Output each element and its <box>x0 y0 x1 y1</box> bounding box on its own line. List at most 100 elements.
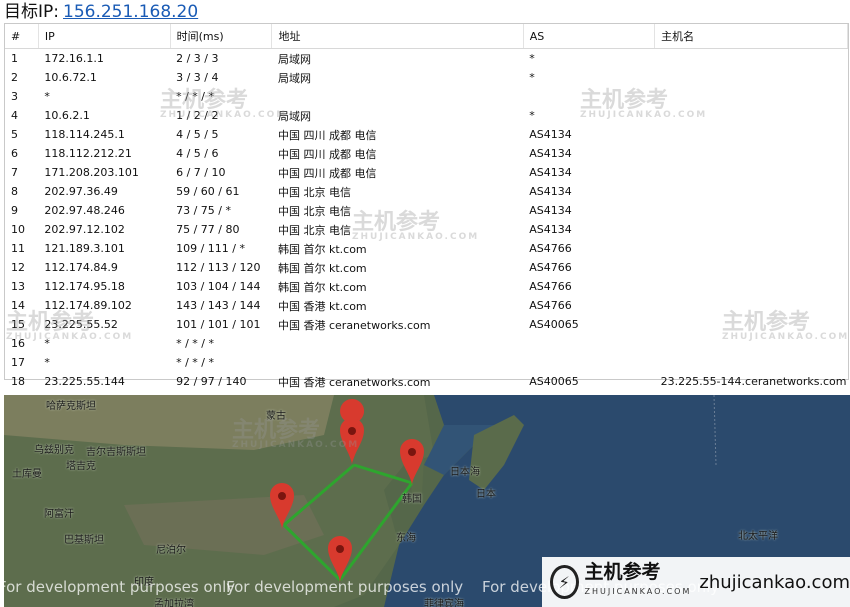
table-row[interactable]: 6 118.112.212.21 4 / 5 / 6 中国 四川 成都 电信 AS413… <box>5 144 848 163</box>
cell-location <box>272 87 523 106</box>
map-label-turkmenistan: 土库曼 <box>12 469 42 480</box>
watermark: 主机参考 ZHUJICANKAO.COM <box>6 304 133 342</box>
cell-location: 中国 四川 成都 电信 <box>277 147 377 161</box>
cell-hop: 5 <box>11 128 18 141</box>
cell-hop: 4 <box>11 109 18 122</box>
cell-as: AS4134 <box>529 147 572 160</box>
column-header-ip[interactable]: IP <box>38 24 171 49</box>
cell-hostname <box>655 144 848 163</box>
cell-as: AS40065 <box>529 318 579 331</box>
cell-ip: 171.208.203.101 <box>44 166 139 179</box>
cell-hostname <box>655 277 848 296</box>
table-row[interactable]: 2 10.6.72.1 3 / 3 / 4 局域网 * <box>5 68 848 87</box>
cell-location: 局域网 <box>277 52 311 66</box>
column-header-hostname[interactable]: 主机名 <box>654 24 848 49</box>
cell-ip: 10.6.2.1 <box>44 109 90 122</box>
table-row[interactable]: 4 10.6.2.1 1 / 2 / 2 局域网 * <box>5 106 848 125</box>
map-label-north-pacific: 北太平洋 <box>738 531 778 542</box>
map-label-japan: 日本 <box>476 489 496 500</box>
cell-time: 4 / 5 / 5 <box>176 128 219 141</box>
map-label-nepal: 尼泊尔 <box>156 545 186 556</box>
table-row[interactable]: 7 171.208.203.101 6 / 7 / 10 中国 四川 成都 电信 AS4… <box>5 163 848 182</box>
cell-hostname <box>655 258 848 277</box>
cell-location: 中国 香港 ceranetworks.com <box>277 318 431 332</box>
cell-ip: 202.97.36.49 <box>44 185 118 198</box>
cell-hop: 1 <box>11 52 18 65</box>
table-row[interactable]: 5 118.114.245.1 4 / 5 / 5 中国 四川 成都 电信 AS4134 <box>5 125 848 144</box>
cell-hostname <box>655 163 848 182</box>
cell-as: * <box>529 52 535 65</box>
cell-location: 中国 北京 电信 <box>277 185 351 199</box>
cell-location: 韩国 首尔 kt.com <box>277 280 367 294</box>
table-row[interactable]: 12 112.174.84.9 112 / 113 / 120 韩国 首尔 kt.co… <box>5 258 848 277</box>
target-ip-link[interactable]: 156.251.168.20 <box>63 2 198 22</box>
cell-hostname <box>655 220 848 239</box>
cell-time: 101 / 101 / 101 <box>176 318 261 331</box>
column-header-location[interactable]: 地址 <box>271 24 524 49</box>
cell-hop: 3 <box>11 90 18 103</box>
route-map[interactable]: 哈萨克斯坦 蒙古 乌兹别克 吉尔吉斯斯坦 塔吉克 土库曼 阿富汗 巴基斯坦 尼泊… <box>4 395 850 607</box>
target-ip-label: 目标IP: <box>4 2 59 22</box>
cell-location: 中国 香港 ceranetworks.com <box>277 375 431 389</box>
cell-hostname <box>655 201 848 220</box>
column-header-as[interactable]: AS <box>523 24 656 49</box>
column-header-time[interactable]: 时间(ms) <box>170 24 273 49</box>
brand-name: 主机参考 ZHUJICANKAO.COM <box>585 562 692 602</box>
map-label-tajikistan: 塔吉克 <box>66 461 96 472</box>
table-row[interactable]: 18 23.225.55.144 92 / 97 / 140 中国 香港 cerane… <box>5 372 848 391</box>
watermark: 主机参考 ZHUJICANKAO.COM <box>580 82 707 120</box>
cell-as: AS4766 <box>529 242 572 255</box>
cell-hop: 17 <box>11 356 25 369</box>
watermark: 主机参考 ZHUJICANKAO.COM <box>160 82 287 120</box>
cell-as: AS40065 <box>529 375 579 388</box>
cell-hop: 6 <box>11 147 18 160</box>
table-row[interactable]: 3 * * / * / * <box>5 87 848 106</box>
cell-hop: 11 <box>11 242 25 255</box>
column-header-hop[interactable]: # <box>5 24 39 49</box>
cell-time: 92 / 97 / 140 <box>176 375 247 388</box>
cell-hostname <box>655 49 848 69</box>
cell-ip: 118.112.212.21 <box>44 147 132 160</box>
cell-ip: * <box>44 356 50 369</box>
cell-as: AS4134 <box>529 223 572 236</box>
cell-as <box>523 334 654 353</box>
cell-ip: 112.174.84.9 <box>44 261 118 274</box>
cell-time: 112 / 113 / 120 <box>176 261 261 274</box>
map-label-sea-of-japan: 日本海 <box>450 467 480 478</box>
cell-hop: 18 <box>11 375 25 388</box>
cell-time: 6 / 7 / 10 <box>176 166 226 179</box>
cell-as: AS4134 <box>529 166 572 179</box>
dev-notice-center: For development purposes only <box>226 578 464 596</box>
cell-ip: 23.225.55.144 <box>44 375 125 388</box>
map-label-bay-of-bengal: 孟加拉湾 <box>154 599 194 607</box>
cell-location: 局域网 <box>277 109 311 123</box>
watermark-sub: ZHUJICANKAO.COM <box>232 440 360 450</box>
table-row[interactable]: 17 * * / * / * <box>5 353 848 372</box>
table-row[interactable]: 13 112.174.95.18 103 / 104 / 144 韩国 首尔 kt.c… <box>5 277 848 296</box>
table-row[interactable]: 8 202.97.36.49 59 / 60 / 61 中国 北京 电信 AS4134 <box>5 182 848 201</box>
cell-as: AS4134 <box>529 204 572 217</box>
cell-ip: 112.174.95.18 <box>44 280 125 293</box>
table-row[interactable]: 1 172.16.1.1 2 / 3 / 3 局域网 * <box>5 49 848 69</box>
cell-ip: 202.97.12.102 <box>44 223 125 236</box>
cell-as: AS4766 <box>529 280 572 293</box>
cell-as: AS4134 <box>529 128 572 141</box>
watermark-sub: ZHUJICANKAO.COM <box>6 332 134 342</box>
cell-ip: * <box>44 90 50 103</box>
cell-time: 2 / 3 / 3 <box>176 52 219 65</box>
dev-notice-left: For development purposes only <box>4 578 236 596</box>
cell-time: 59 / 60 / 61 <box>176 185 240 198</box>
cell-time: 73 / 75 / * <box>176 204 231 217</box>
brand-logo-icon: ⚡ <box>550 565 579 599</box>
cell-hostname: 23.225.55-144.ceranetworks.com <box>660 375 847 388</box>
brand-name-en: ZHUJICANKAO.COM <box>584 587 692 596</box>
brand-overlay: ⚡ 主机参考 ZHUJICANKAO.COM zhujicankao.com <box>542 557 850 607</box>
cell-ip: 202.97.48.246 <box>44 204 125 217</box>
cell-hop: 12 <box>11 261 25 274</box>
cell-time: * / * / * <box>176 337 214 350</box>
cell-hop: 7 <box>11 166 18 179</box>
cell-time: 143 / 143 / 144 <box>176 299 261 312</box>
cell-as: AS4134 <box>529 185 572 198</box>
cell-hostname <box>655 182 848 201</box>
cell-hostname <box>655 125 848 144</box>
